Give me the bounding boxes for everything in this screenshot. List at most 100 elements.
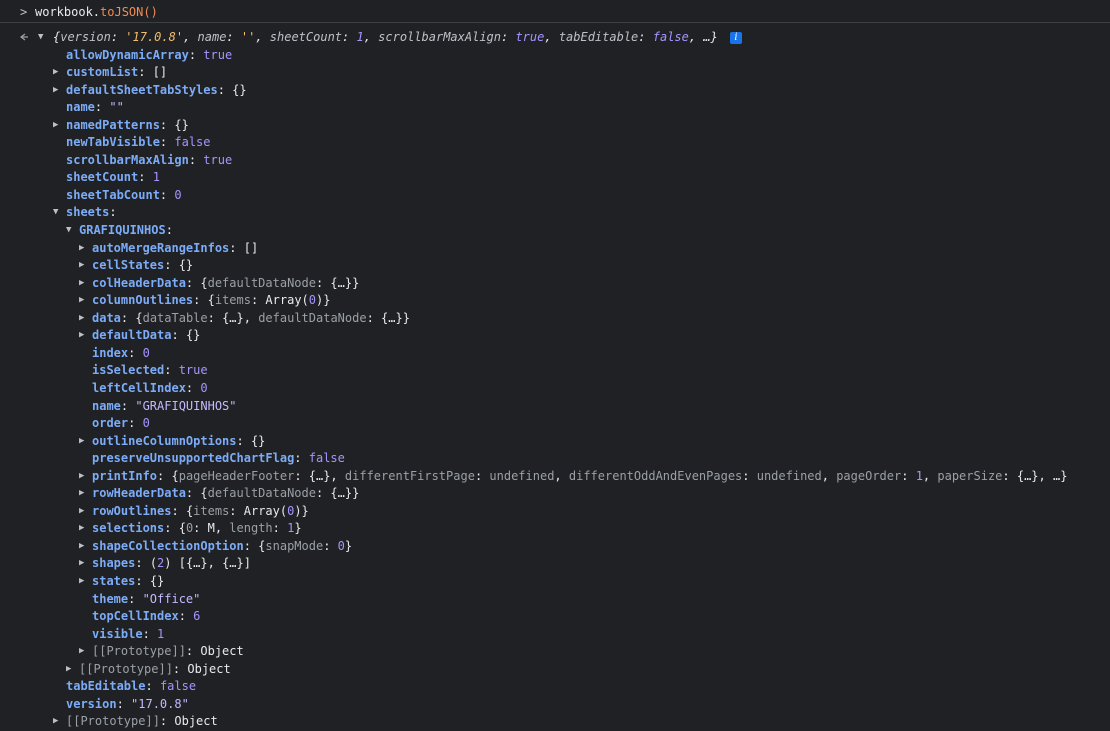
tree-row[interactable]: ▶ namedPatterns: {} [0,117,1110,135]
tree-row[interactable]: ▶ states: {} [0,573,1110,591]
expand-triangle-closed-icon[interactable]: ▶ [79,327,84,345]
result-arrow-icon [19,29,29,47]
tree-row[interactable]: ▶ shapeCollectionOption: {snapMode: 0} [0,538,1110,556]
property-key: sheets [66,205,110,220]
tree-row[interactable]: ▶ [[Prototype]]: Object [0,643,1110,661]
expand-triangle-open-icon[interactable]: ▼ [38,29,43,47]
property-line[interactable]: printInfo: {pageHeaderFooter: {…}, diffe… [92,468,1067,486]
expand-triangle-closed-icon[interactable]: ▶ [66,661,71,679]
property-line[interactable]: GRAFIQUINHOS: [79,222,173,240]
colon: : [157,468,172,483]
expand-triangle-closed-icon[interactable]: ▶ [53,713,58,731]
tree-row[interactable]: ▶ rowHeaderData: {defaultDataNode: {…}} [0,485,1110,503]
expand-triangle-closed-icon[interactable]: ▶ [79,555,84,573]
colon: : [243,538,259,553]
property-line: name: "GRAFIQUINHOS" [92,398,237,416]
tree-row[interactable]: ▶ columnOutlines: {items: Array(0)} [0,292,1110,310]
property-line[interactable]: states: {} [92,573,164,591]
expand-triangle-closed-icon[interactable]: ▶ [79,433,84,451]
property-line[interactable]: rowOutlines: {items: Array(0)} [92,503,309,521]
expand-triangle-closed-icon[interactable]: ▶ [53,117,58,135]
tree-row[interactable]: ▶ defaultSheetTabStyles: {} [0,82,1110,100]
property-line[interactable]: cellStates: {} [92,257,193,275]
tree-row[interactable]: ▼ sheets: [0,204,1110,222]
property-key: [[Prototype]] [66,714,160,729]
expand-triangle-closed-icon[interactable]: ▶ [79,468,84,486]
expand-triangle-closed-icon[interactable]: ▶ [79,257,84,275]
tree-row: sheetCount: 1 [0,169,1110,187]
property-value: {pageHeaderFooter: {…}, differentFirstPa… [171,468,1068,483]
expand-triangle-closed-icon[interactable]: ▶ [79,240,84,258]
object-preview[interactable]: {version: '17.0.8', name: '', sheetCount… [53,29,718,47]
tree-row: visible: 1 [0,626,1110,644]
property-line[interactable]: columnOutlines: {items: Array(0)} [92,292,330,310]
property-line: newTabVisible: false [66,134,211,152]
property-line[interactable]: defaultData: {} [92,327,200,345]
property-line[interactable]: defaultSheetTabStyles: {} [66,82,247,100]
tree-row[interactable]: ▶ outlineColumnOptions: {} [0,433,1110,451]
colon: : [109,205,117,220]
colon: : [185,486,201,501]
property-line[interactable]: namedPatterns: {} [66,117,189,135]
property-key: visible [92,626,143,641]
tree-row[interactable]: ▶ printInfo: {pageHeaderFooter: {…}, diff… [0,468,1110,486]
tree-row[interactable]: ▶ selections: {0: M, length: 1} [0,520,1110,538]
expand-triangle-closed-icon[interactable]: ▶ [79,292,84,310]
property-value: false [308,451,345,466]
property-line[interactable]: customList: [] [66,64,167,82]
info-icon[interactable]: i [730,32,742,44]
property-line[interactable]: shapeCollectionOption: {snapMode: 0} [92,538,352,556]
expand-triangle-closed-icon[interactable]: ▶ [79,503,84,521]
tree-row[interactable]: ▶ customList: [] [0,64,1110,82]
property-line[interactable]: [[Prototype]]: Object [79,661,231,679]
property-line[interactable]: sheets: [66,204,117,222]
expand-triangle-open-icon[interactable]: ▼ [53,204,58,222]
property-value: "17.0.8" [131,696,189,711]
expand-triangle-closed-icon[interactable]: ▶ [79,573,84,591]
tree-row[interactable]: ▼ GRAFIQUINHOS: [0,222,1110,240]
tree-row[interactable]: ▶ colHeaderData: {defaultDataNode: {…}} [0,275,1110,293]
expand-triangle-closed-icon[interactable]: ▶ [79,275,84,293]
property-line[interactable]: [[Prototype]]: Object [66,713,218,731]
result-summary-row[interactable]: ▼ {version: '17.0.8', name: '', sheetCou… [0,29,1110,47]
tree-row[interactable]: ▶ defaultData: {} [0,327,1110,345]
expand-triangle-closed-icon[interactable]: ▶ [53,82,58,100]
property-line[interactable]: selections: {0: M, length: 1} [92,520,302,538]
property-line[interactable]: outlineColumnOptions: {} [92,433,265,451]
expand-triangle-closed-icon[interactable]: ▶ [79,538,84,556]
property-key: autoMergeRangeInfos [92,240,230,255]
command-text[interactable]: workbook.toJSON() [35,4,158,22]
property-value: {} [232,82,247,97]
colon: : [159,117,175,132]
tree-row[interactable]: ▶ cellStates: {} [0,257,1110,275]
tree-row[interactable]: ▶ rowOutlines: {items: Array(0)} [0,503,1110,521]
property-line: isSelected: true [92,362,208,380]
property-line[interactable]: colHeaderData: {defaultDataNode: {…}} [92,275,359,293]
property-line[interactable]: data: {dataTable: {…}, defaultDataNode: … [92,310,410,328]
expand-triangle-closed-icon[interactable]: ▶ [53,64,58,82]
tree-row[interactable]: ▶ autoMergeRangeInfos: [] [0,240,1110,258]
property-value: {items: Array(0)} [207,293,331,308]
colon: : [217,82,233,97]
colon: : [185,380,201,395]
tree-row[interactable]: ▶ shapes: (2) [{…}, {…}] [0,555,1110,573]
expand-triangle-closed-icon[interactable]: ▶ [79,520,84,538]
expand-triangle-closed-icon[interactable]: ▶ [79,643,84,661]
property-line[interactable]: [[Prototype]]: Object [92,643,244,661]
tree-row[interactable]: ▶ [[Prototype]]: Object [0,713,1110,731]
property-line: tabEditable: false [66,678,196,696]
expand-triangle-closed-icon[interactable]: ▶ [79,485,84,503]
property-value: 0 [142,416,150,431]
tree-row[interactable]: ▶ data: {dataTable: {…}, defaultDataNode:… [0,310,1110,328]
expand-triangle-open-icon[interactable]: ▼ [66,222,71,240]
property-line[interactable]: autoMergeRangeInfos: [] [92,240,258,258]
tree-row[interactable]: ▶ [[Prototype]]: Object [0,661,1110,679]
property-key: columnOutlines [92,293,194,308]
expand-triangle-closed-icon[interactable]: ▶ [79,310,84,328]
property-key: tabEditable [66,679,146,694]
property-key: version [66,696,117,711]
colon: : [138,65,153,80]
property-line[interactable]: rowHeaderData: {defaultDataNode: {…}} [92,485,359,503]
property-line[interactable]: shapes: (2) [{…}, {…}] [92,555,251,573]
property-line: name: "" [66,99,124,117]
